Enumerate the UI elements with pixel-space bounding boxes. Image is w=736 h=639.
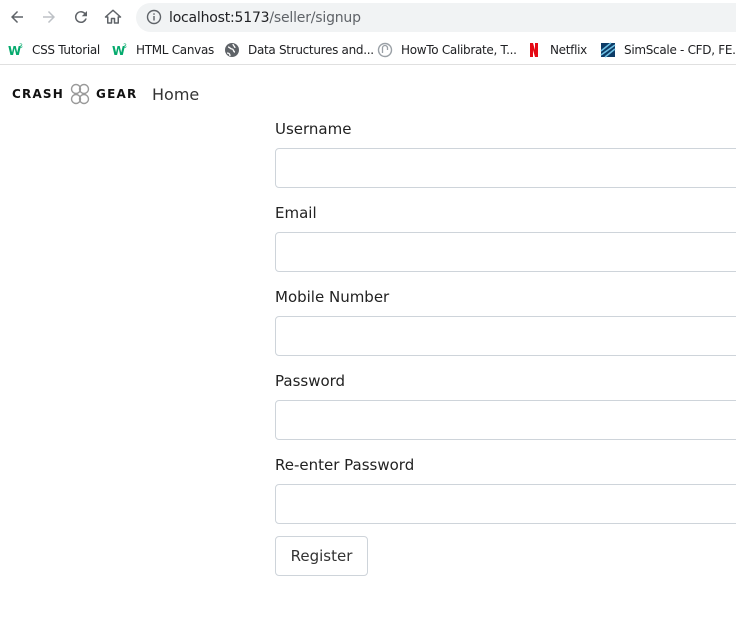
seller-signup-form: Username Email Mobile Number Password Re… [275, 118, 736, 538]
email-label: Email [275, 204, 317, 222]
howto-icon [377, 42, 393, 58]
bookmark-label: HowTo Calibrate, T... [401, 43, 517, 57]
linked-circles-logo-icon [70, 83, 90, 105]
bookmark-css-tutorial[interactable]: W3 CSS Tutorial [8, 40, 100, 60]
nav-home-link[interactable]: Home [152, 85, 199, 104]
password-input[interactable] [275, 400, 736, 440]
forward-button[interactable] [37, 5, 61, 29]
w3schools-icon: W3 [112, 42, 128, 58]
home-icon [104, 9, 122, 24]
bookmark-label: CSS Tutorial [32, 43, 100, 57]
mobile-field-group: Mobile Number [275, 286, 736, 370]
register-button[interactable]: Register [275, 536, 368, 576]
netflix-icon [526, 42, 542, 58]
svg-text:3: 3 [123, 43, 127, 50]
bookmark-label: SimScale - CFD, FE... [624, 43, 736, 57]
mobile-number-label: Mobile Number [275, 288, 390, 306]
email-field-group: Email [275, 202, 736, 286]
home-button[interactable] [101, 5, 125, 29]
brand-text-left: CRASH [12, 87, 65, 101]
bookmark-label: Data Structures and... [248, 43, 374, 57]
arrow-right-icon [43, 11, 55, 23]
reload-icon [74, 11, 87, 24]
password-field-group: Password [275, 370, 736, 454]
url-path: /seller/signup [269, 10, 361, 26]
arrow-left-icon [11, 11, 23, 23]
password-label: Password [275, 372, 346, 390]
mobile-number-input[interactable] [275, 316, 736, 356]
email-input[interactable] [275, 232, 736, 272]
username-field-group: Username [275, 118, 736, 202]
bookmark-label: Netflix [550, 43, 587, 57]
reenter-password-field-group: Re-enter Password [275, 454, 736, 538]
reenter-password-input[interactable] [275, 484, 736, 524]
address-bar[interactable]: localhost:5173/seller/signup [136, 3, 736, 32]
bookmark-html-canvas[interactable]: W3 HTML Canvas [112, 40, 214, 60]
username-input[interactable] [275, 148, 736, 188]
w3schools-icon: W3 [8, 42, 24, 58]
brand-text-right: GEAR [96, 87, 138, 101]
back-button[interactable] [5, 5, 29, 29]
username-label: Username [275, 120, 352, 138]
bookmark-simscale[interactable]: SimScale - CFD, FE... [600, 40, 736, 60]
url-text: localhost:5173/seller/signup [169, 10, 361, 26]
reload-button[interactable] [69, 5, 93, 29]
info-icon[interactable] [146, 9, 162, 25]
svg-text:3: 3 [19, 43, 23, 50]
bookmark-howto-calibrate[interactable]: HowTo Calibrate, T... [377, 40, 517, 60]
bookmark-netflix[interactable]: Netflix [526, 40, 587, 60]
bookmarks-bar: W3 CSS Tutorial W3 HTML Canvas Data Stru… [0, 35, 736, 65]
browser-toolbar: localhost:5173/seller/signup [0, 0, 736, 35]
simscale-icon [600, 42, 616, 58]
url-host: localhost:5173 [169, 10, 270, 26]
site-header: CRASH GEAR Home [0, 66, 736, 122]
brand-logo[interactable]: CRASH GEAR [12, 83, 138, 105]
bookmark-data-structures[interactable]: Data Structures and... [224, 40, 374, 60]
bookmark-label: HTML Canvas [136, 43, 214, 57]
globe-icon [224, 42, 240, 58]
reenter-password-label: Re-enter Password [275, 456, 415, 474]
